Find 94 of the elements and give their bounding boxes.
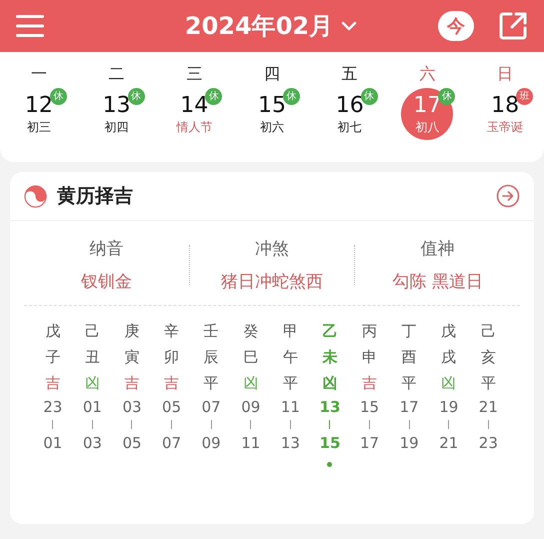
info-label: 纳音 (89, 238, 124, 260)
hour-start: 09 (241, 397, 260, 418)
info-label: 冲煞 (255, 238, 289, 260)
hour-start: 21 (478, 397, 498, 418)
branch-label: 巳 (243, 347, 258, 368)
hour-start: 19 (439, 397, 458, 418)
menu-icon[interactable] (16, 15, 44, 37)
branch-label: 子 (45, 347, 60, 368)
hour-end: 19 (400, 433, 419, 454)
holiday-badge: 休 (282, 88, 300, 105)
lunar-date: 初三 (26, 118, 51, 136)
hour-end: 11 (241, 433, 260, 454)
caret-icon (341, 21, 358, 31)
hour-start: 03 (122, 397, 142, 418)
yin-yang-icon (24, 184, 47, 208)
stem-label: 丁 (402, 321, 417, 342)
luck-label: 凶 (84, 373, 100, 394)
holiday-badge: 班 (516, 88, 534, 105)
info-value: 猪日冲蛇煞西 (221, 271, 323, 293)
weekday-label: 五 (342, 64, 358, 85)
branch-label: 申 (362, 347, 378, 368)
stem-label: 癸 (243, 321, 258, 342)
weekday-label: 一 (30, 64, 47, 85)
hour-start: 05 (162, 397, 182, 418)
lunar-date: 情人节 (176, 118, 212, 136)
lunar-date: 初八 (415, 118, 440, 136)
hour-start: 11 (280, 397, 300, 418)
stem-label: 辛 (164, 321, 180, 342)
branch-label: 寅 (124, 347, 140, 368)
hour-end: 13 (280, 433, 300, 454)
stem-label: 庚 (124, 321, 140, 342)
branch-label: 辰 (204, 347, 219, 368)
lunar-date: 初六 (260, 118, 284, 136)
holiday-badge: 休 (205, 88, 222, 105)
hour-end: 03 (82, 433, 102, 454)
arrow-right-icon[interactable] (496, 184, 520, 208)
holiday-badge: 休 (128, 88, 145, 105)
luck-label: 平 (282, 373, 298, 394)
hour-start: 23 (43, 397, 62, 418)
hour-start: 13 (320, 397, 340, 418)
luck-label: 吉 (362, 373, 378, 394)
weekday-label: 三 (186, 64, 202, 85)
hour-end: 07 (162, 433, 182, 454)
luck-label: 凶 (322, 373, 338, 394)
info-value: 勾陈 黑道日 (392, 271, 483, 293)
info-value: 钗钏金 (80, 271, 132, 293)
branch-label: 戌 (441, 347, 456, 368)
stem-label: 戊 (441, 321, 456, 342)
branch-label: 午 (282, 347, 298, 368)
hour-start: 07 (202, 397, 221, 418)
stem-label: 丙 (362, 321, 378, 342)
luck-label: 吉 (124, 373, 140, 394)
weekday-label: 四 (264, 64, 280, 85)
stem-label: 壬 (204, 321, 219, 342)
branch-label: 卯 (164, 347, 180, 368)
hour-end: 17 (360, 433, 380, 454)
lunar-date: 初七 (338, 118, 362, 136)
branch-label: 未 (322, 347, 338, 368)
lunar-date: 初四 (104, 118, 129, 136)
branch-label: 亥 (480, 347, 496, 368)
hour-start: 15 (360, 397, 380, 418)
luck-label: 凶 (441, 373, 456, 394)
stem-label: 己 (480, 321, 496, 342)
luck-label: 吉 (45, 373, 60, 394)
hour-end: 09 (202, 433, 221, 454)
stem-label: 戊 (45, 321, 60, 342)
stem-label: 乙 (322, 321, 338, 342)
branch-label: 酉 (402, 347, 417, 368)
lunar-date: 玉帝诞 (487, 118, 524, 136)
luck-label: 吉 (164, 373, 180, 394)
hour-end: 15 (320, 433, 340, 454)
weekday-label: 六 (419, 64, 436, 85)
weekday-label: 二 (108, 64, 125, 85)
holiday-badge: 休 (50, 88, 67, 105)
hour-end: 05 (122, 433, 142, 454)
luck-label: 平 (204, 373, 219, 394)
hour-end: 23 (478, 433, 498, 454)
luck-label: 平 (480, 373, 496, 394)
info-label: 值神 (420, 238, 455, 260)
branch-label: 丑 (84, 347, 100, 368)
hour-start: 01 (82, 397, 102, 418)
card-title: 黄历择吉 (57, 184, 134, 209)
luck-label: 凶 (243, 373, 258, 394)
hour-end: 01 (43, 433, 62, 454)
stem-label: 甲 (282, 321, 298, 342)
holiday-badge: 休 (438, 88, 456, 105)
hour-end: 21 (439, 433, 458, 454)
current-dot (327, 462, 332, 467)
share-icon[interactable] (498, 11, 528, 41)
stem-label: 己 (84, 321, 100, 342)
holiday-badge: 休 (360, 88, 378, 105)
weekday-label: 日 (497, 64, 514, 85)
hour-start: 17 (400, 397, 419, 418)
luck-label: 平 (402, 373, 417, 394)
